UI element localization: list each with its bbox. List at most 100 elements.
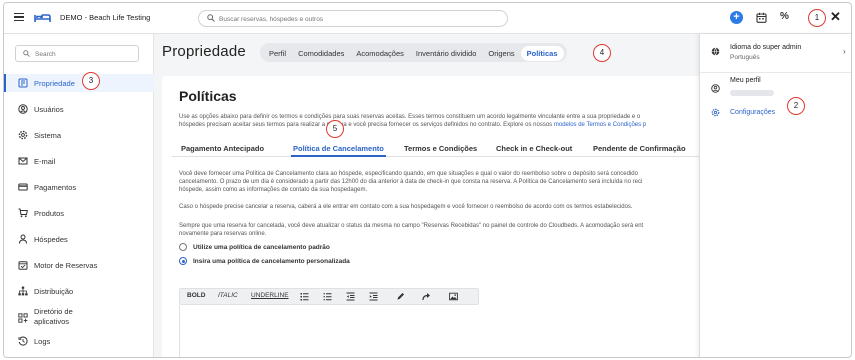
sidebar-item-diretorio-de-aplicativos[interactable]: Diretório de aplicativos [4,306,154,330]
building-icon [18,78,28,88]
profile-label: Meu perfil [730,77,761,84]
bold-button[interactable]: BOLD [187,292,205,299]
sidebar-item-distribuicao[interactable]: Distribuição [4,282,154,300]
radio-label: Insira uma política de cancelamento pers… [193,258,350,265]
sidebar-search[interactable] [15,45,139,62]
bed-logo-icon [34,14,51,22]
sidebar-item-label: Motor de Reservas [34,261,98,270]
tab-politica-de-cancelamento[interactable]: Política de Cancelamento [291,144,386,157]
policy-text-editor[interactable] [179,305,702,357]
sidebar-item-propriedade[interactable]: Propriedade [4,74,154,92]
sidebar-item-produtos[interactable]: Produtos [4,204,154,222]
percent-icon[interactable]: % [780,11,789,22]
tab-termos-e-condicoes[interactable]: Termos e Condições [404,144,477,153]
tab-pagamento-antecipado[interactable]: Pagamento Antecipado [181,144,264,153]
annotation-badge-5: 5 [326,120,344,138]
tab-perfil[interactable]: Perfil [263,46,292,61]
paragraph-text: hóspede, assim como as informações de co… [179,187,368,193]
cancellation-status-text: Sempre que uma reserva for cancelada, vo… [179,222,702,238]
globe-icon [711,47,720,56]
person-icon [19,234,27,244]
unordered-list-icon[interactable] [300,292,309,301]
radio-button[interactable] [179,257,187,265]
envelope-icon [18,157,28,165]
sidebar-item-logs[interactable]: Logs [4,332,154,350]
new-reservation-button[interactable]: + [730,11,743,24]
sidebar-search-input[interactable] [35,49,135,60]
intro-text: hóspedes precisam aceitar seus termos pa… [179,122,553,128]
outdent-icon[interactable] [346,292,355,301]
pencil-icon[interactable] [396,292,405,301]
policies-card: Políticas Use as opções abaixo para defi… [162,76,702,357]
italic-button[interactable]: ITALIC [218,292,238,299]
tab-inventario-dividido[interactable]: Inventário dividido [410,46,482,61]
paragraph-text: Sempre que uma reserva for cancelada, vo… [179,223,644,229]
language-label: Idioma do super admin [730,44,802,51]
policies-intro: Use as opções abaixo para definir os ter… [179,113,702,129]
sidebar-item-sistema[interactable]: Sistema [4,126,154,144]
chevron-right-icon: › [843,47,846,56]
apps-grid-icon [18,313,28,323]
tab-check-in-e-check-out[interactable]: Check in e Check-out [496,144,572,153]
calendar-check-icon [18,261,28,270]
sidebar-item-label: Usuários [34,105,64,114]
sidebar-item-label: Propriedade [34,79,75,88]
section-title: Políticas [179,88,237,104]
sidebar-item-pagamentos[interactable]: Pagamentos [4,178,154,196]
annotation-badge-1: 1 [808,9,826,27]
settings-label: Configurações [730,109,776,116]
cart-icon [18,208,28,218]
sidebar-item-label: E-mail [34,157,56,166]
tab-acomodacoes[interactable]: Acomodações [350,46,410,61]
paragraph-text: novamente para reservas online. [179,231,267,237]
redacted-username [730,90,774,96]
close-icon[interactable]: ✕ [830,9,841,25]
sidebar-item-hospedes[interactable]: Hóspedes [4,230,154,248]
menu-item-profile[interactable]: Meu perfil [700,73,851,99]
sidebar-item-motor-de-reservas[interactable]: Motor de Reservas [4,256,154,274]
top-bar: DEMO - Beach Life Testing + % ✕ [4,3,851,34]
tab-comodidades[interactable]: Comodidades [292,46,350,61]
terms-templates-link[interactable]: modelos de Termos e Condições p [554,122,646,128]
sidebar-item-email[interactable]: E-mail [4,152,154,170]
gear-icon [18,130,28,140]
underline-button[interactable]: UNDERLINE [251,292,289,299]
property-name[interactable]: DEMO - Beach Life Testing [60,13,150,22]
sidebar-item-label: Logs [34,337,51,346]
ordered-list-icon[interactable] [323,292,332,301]
sidebar-item-label-line1: Diretório de [34,307,73,316]
annotation-badge-4: 4 [593,44,611,62]
menu-item-settings[interactable]: Configurações [700,104,851,124]
sidebar-item-usuarios[interactable]: Usuários [4,100,154,118]
indent-icon[interactable] [369,292,378,301]
gear-icon [711,108,720,117]
language-value: Português [730,54,760,61]
search-icon [207,14,215,22]
tab-pendente-de-confirmacao[interactable]: Pendente de Confirmação [593,144,686,153]
image-icon[interactable] [449,292,458,301]
tab-politicas[interactable]: Políticas [520,46,564,61]
page-title: Propriedade [162,43,246,60]
user-circle-icon [711,84,720,93]
tab-origens[interactable]: Origens [482,46,520,61]
property-tabs: Perfil Comodidades Acomodações Inventário d… [260,43,567,62]
sidebar-item-label: Sistema [34,131,62,140]
sidebar-item-label: Hóspedes [34,235,68,244]
redo-arrow-icon[interactable] [422,292,431,301]
global-search[interactable] [198,10,508,27]
annotation-badge-3: 3 [82,72,100,90]
sidebar-item-label: Diretório de aplicativos [34,307,73,327]
sitemap-icon [18,286,28,296]
cancellation-refund-text: Caso o hóspede precise cancelar a reserv… [179,204,633,210]
global-search-input[interactable] [219,13,499,25]
policy-tabs: Pagamento Antecipado Política de Cancela… [172,142,702,157]
cancellation-description: Você deve fornecer uma Política de Cance… [179,170,702,194]
menu-item-language[interactable]: Idioma do super admin Português › [700,34,851,72]
history-icon [18,336,28,346]
calendar-icon[interactable] [756,12,767,23]
annotation-badge-2: 2 [787,97,805,115]
radio-button[interactable] [179,243,187,251]
intro-text: Use as opções abaixo para definir os ter… [179,114,641,120]
hamburger-menu-icon[interactable] [14,13,24,21]
editor-toolbar: BOLD ITALIC UNDERLINE [179,288,479,305]
